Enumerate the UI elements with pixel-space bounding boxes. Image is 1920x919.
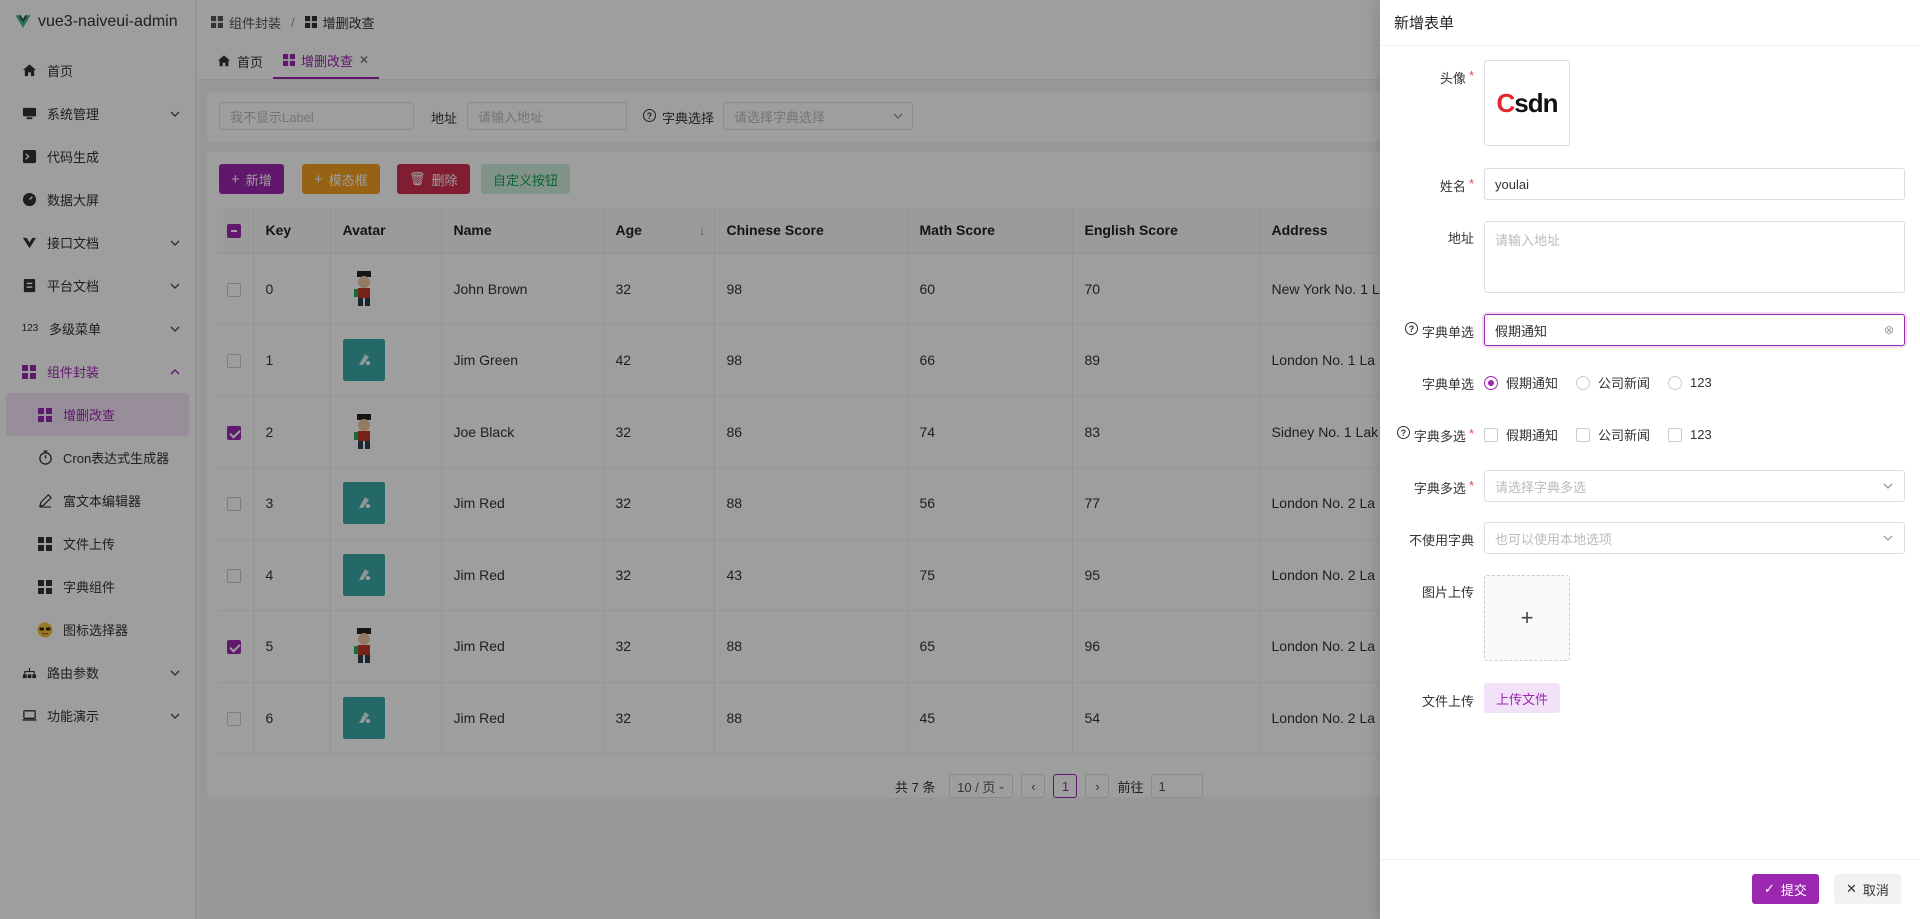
checkbox-option-holiday[interactable]: 假期通知 (1484, 425, 1558, 444)
checkbox[interactable] (1484, 427, 1498, 442)
plus-icon: + (1520, 605, 1534, 630)
no-dict-label: 不使用字典 (1408, 533, 1474, 548)
dict-single-select-label-text: 字典单选 (1421, 325, 1474, 340)
dict-single-select-label: ? 字典单选 (1380, 322, 1484, 341)
required-mark: * (1468, 176, 1474, 191)
radio-button[interactable] (1484, 375, 1498, 390)
dict-radio-label: 字典单选 (1421, 377, 1474, 392)
submit-button[interactable]: ✓ 提交 (1752, 874, 1819, 904)
avatar-upload[interactable]: Csdn (1484, 60, 1570, 146)
clear-icon[interactable]: ⊗ (1884, 323, 1894, 337)
drawer-title: 新增表单 (1380, 0, 1920, 46)
file-upload-label: 文件上传 (1421, 694, 1474, 709)
avatar-row: 头像 * (1380, 66, 1920, 87)
dict-multi-select[interactable]: 请选择字典多选 (1484, 470, 1905, 502)
checkbox-option-news[interactable]: 公司新闻 (1576, 425, 1650, 444)
radio-option-label: 公司新闻 (1598, 376, 1651, 391)
required-mark: * (1468, 68, 1474, 83)
checkbox[interactable] (1576, 427, 1591, 442)
dict-radio-group: 假期通知 公司新闻 123 (1484, 373, 1730, 392)
csdn-logo-text: Csdn (1496, 87, 1558, 118)
check-icon: ✓ (1764, 881, 1775, 896)
csdn-logo-image: Csdn (1496, 87, 1558, 119)
radio-button[interactable] (1668, 375, 1683, 390)
help-icon: ? (1396, 426, 1410, 439)
image-upload-label: 图片上传 (1421, 585, 1474, 600)
radio-option-holiday[interactable]: 假期通知 (1484, 373, 1558, 392)
no-dict-select-placeholder: 也可以使用本地选项 (1495, 531, 1613, 547)
dict-checkbox-label: ? 字典多选 * (1380, 426, 1484, 445)
help-icon: ? (1404, 322, 1418, 335)
file-upload-button[interactable]: 上传文件 (1484, 683, 1561, 713)
image-upload-box[interactable]: + (1484, 575, 1570, 661)
address-label: 地址 (1447, 231, 1474, 246)
required-mark: * (1468, 426, 1474, 441)
dict-multi-select-placeholder: 请选择字典多选 (1495, 479, 1587, 495)
radio-option-123[interactable]: 123 (1668, 373, 1712, 392)
cancel-button-label: 取消 (1862, 882, 1889, 898)
no-dict-select[interactable]: 也可以使用本地选项 (1484, 522, 1905, 554)
dict-checkbox-label-text: 字典多选 (1413, 429, 1466, 444)
chevron-down-icon (1883, 535, 1893, 541)
address-textarea[interactable]: 请输入地址 (1484, 221, 1905, 293)
checkbox-option-label: 123 (1690, 427, 1712, 442)
cancel-button[interactable]: ✕ 取消 (1834, 874, 1901, 904)
checkbox-option-label: 公司新闻 (1598, 428, 1651, 443)
dict-multi-select-label: 字典多选 * (1380, 478, 1484, 497)
file-upload-row: 文件上传 (1380, 691, 1920, 710)
checkbox-option-label: 假期通知 (1506, 428, 1559, 443)
checkbox[interactable] (1668, 427, 1683, 442)
dict-single-select[interactable]: 假期通知 ⊗ (1484, 314, 1905, 346)
radio-option-news[interactable]: 公司新闻 (1576, 373, 1650, 392)
radio-button[interactable] (1576, 375, 1591, 390)
name-label-text: 姓名 (1439, 179, 1466, 194)
avatar-label: 头像 * (1380, 66, 1484, 87)
checkbox-option-123[interactable]: 123 (1668, 425, 1712, 444)
name-input[interactable]: youlai (1484, 168, 1905, 200)
radio-option-label: 假期通知 (1506, 376, 1559, 391)
name-label: 姓名 * (1380, 176, 1484, 195)
avatar-label-text: 头像 (1439, 71, 1466, 86)
required-mark: * (1468, 478, 1474, 493)
close-icon: ✕ (1846, 881, 1857, 896)
dict-checkbox-group: 假期通知 公司新闻 123 (1484, 425, 1730, 444)
chevron-down-icon (1883, 483, 1893, 489)
submit-button-label: 提交 (1780, 882, 1807, 898)
image-upload-row: 图片上传 (1380, 582, 1920, 601)
dict-multi-select-label-text: 字典多选 (1413, 481, 1466, 496)
add-form-drawer: 新增表单 头像 * Csdn 姓名 * youlai 地址 请输入地址 ? 字典单选 … (1380, 0, 1920, 919)
radio-option-label: 123 (1690, 375, 1712, 390)
dict-single-select-value: 假期通知 (1495, 323, 1548, 339)
